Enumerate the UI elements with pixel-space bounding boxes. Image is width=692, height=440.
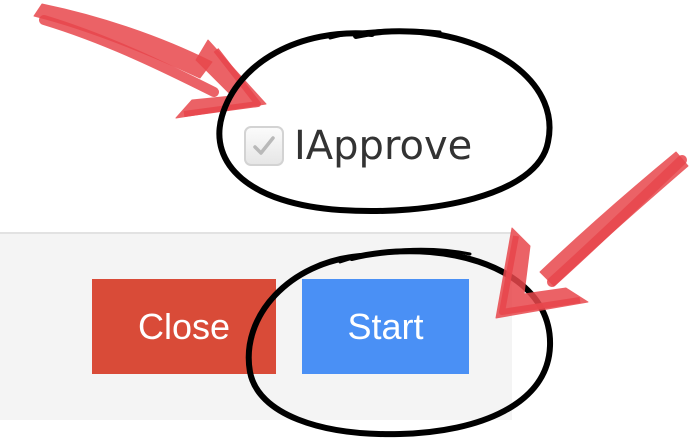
close-button[interactable]: Close [92,279,276,374]
approve-checkbox[interactable] [244,126,284,166]
start-button[interactable]: Start [302,279,469,374]
approve-row: IApprove [244,124,472,168]
dialog-content [0,0,692,232]
approve-label: IApprove [294,123,473,169]
check-icon [253,136,275,155]
